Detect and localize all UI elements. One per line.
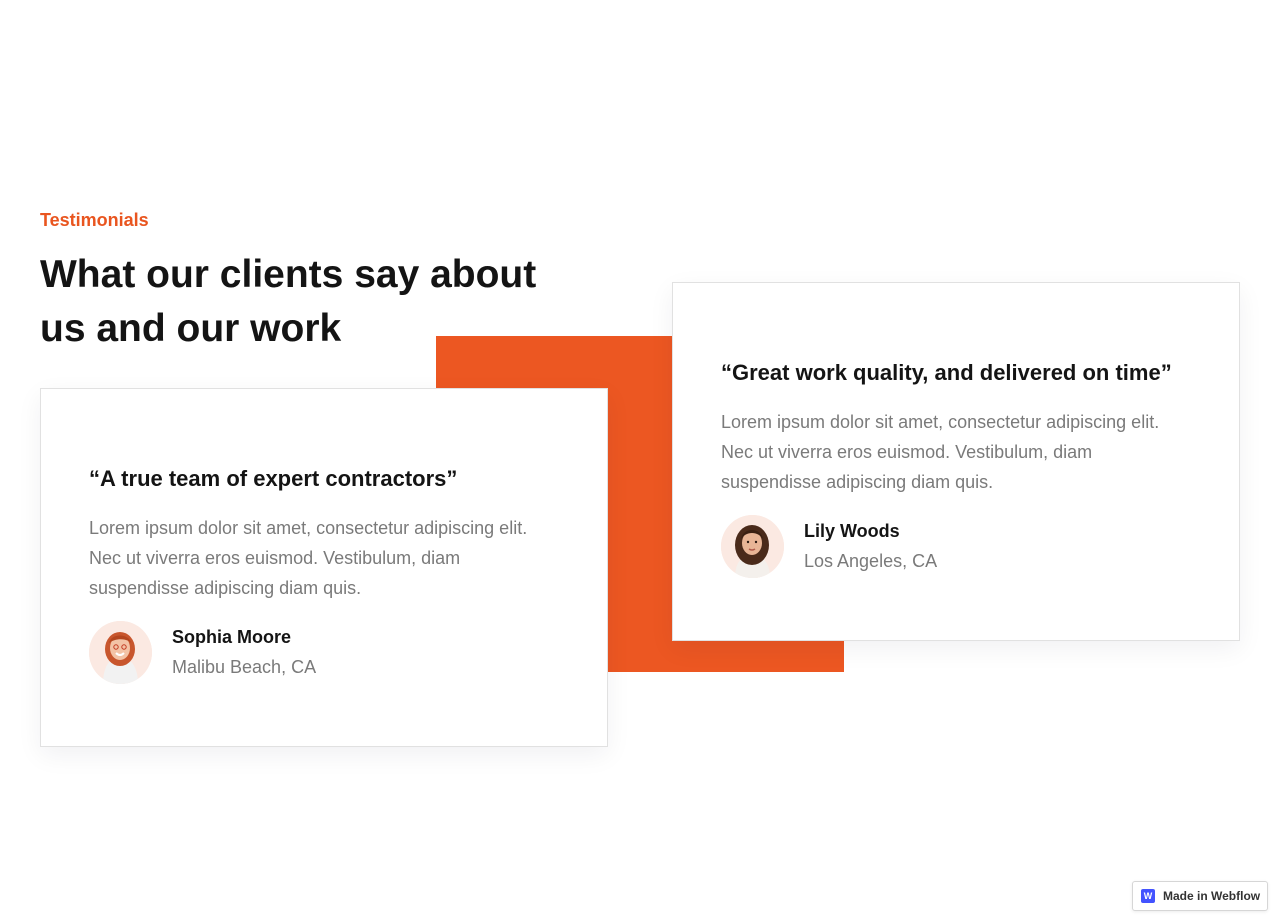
author-info: Sophia Moore Malibu Beach, CA — [172, 623, 316, 683]
webflow-logo-icon: W — [1141, 889, 1155, 903]
author-name: Sophia Moore — [172, 626, 292, 647]
section-eyebrow: Testimonials — [40, 210, 149, 230]
avatar-portrait-icon — [721, 515, 784, 578]
testimonials-section: Testimonials What our clients say about … — [0, 0, 1280, 923]
avatar — [721, 515, 784, 578]
testimonial-quote: “A true team of expert contractors” — [89, 466, 458, 491]
made-in-webflow-badge[interactable]: W Made in Webflow — [1132, 881, 1268, 911]
testimonial-author: Sophia Moore Malibu Beach, CA — [89, 621, 559, 684]
badge-label: Made in Webflow — [1163, 889, 1261, 903]
testimonial-author: Lily Woods Los Angeles, CA — [721, 515, 1191, 578]
testimonial-card: “A true team of expert contractors” Lore… — [40, 388, 608, 747]
testimonial-body: Lorem ipsum dolor sit amet, consectetur … — [89, 518, 528, 598]
author-name: Lily Woods — [804, 520, 900, 541]
avatar-portrait-icon — [89, 621, 152, 684]
testimonial-body: Lorem ipsum dolor sit amet, consectetur … — [721, 412, 1160, 492]
avatar — [89, 621, 152, 684]
testimonial-quote: “Great work quality, and delivered on ti… — [721, 360, 1172, 385]
author-info: Lily Woods Los Angeles, CA — [804, 517, 937, 577]
author-location: Los Angeles, CA — [804, 550, 938, 571]
testimonial-card: “Great work quality, and delivered on ti… — [672, 282, 1240, 641]
author-location: Malibu Beach, CA — [172, 656, 317, 677]
